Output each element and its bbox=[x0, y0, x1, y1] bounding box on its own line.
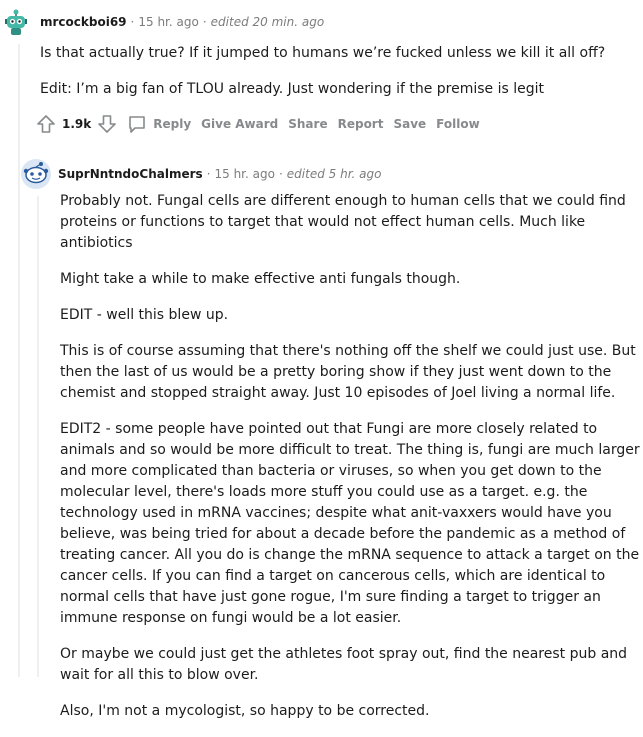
comment-time[interactable]: 15 hr. ago bbox=[214, 167, 274, 181]
give-award-button[interactable]: Give Award bbox=[201, 117, 278, 131]
share-button[interactable]: Share bbox=[288, 117, 327, 131]
thread-line-nested[interactable] bbox=[37, 196, 39, 677]
comment-body: Is that actually true? If it jumped to h… bbox=[40, 43, 635, 115]
downvote-arrow-icon[interactable] bbox=[97, 114, 117, 134]
comment-actions: 1.9k Reply Give Award Share Report Save … bbox=[36, 112, 480, 136]
comment-edited: edited 5 hr. ago bbox=[286, 167, 382, 181]
comment-author[interactable]: SuprNntndoChalmers bbox=[58, 167, 203, 181]
comment-paragraph: Probably not. Fungal cells are different… bbox=[60, 193, 626, 251]
comment-body: Probably not. Fungal cells are different… bbox=[60, 191, 640, 737]
comment-paragraph: Or maybe we could just get the athletes … bbox=[60, 646, 628, 683]
separator-dot: · bbox=[130, 15, 135, 29]
comment-paragraph: This is of course assuming that there's … bbox=[60, 343, 636, 401]
comment-paragraph: Might take a while to make effective ant… bbox=[60, 271, 461, 287]
comment-time[interactable]: 15 hr. ago bbox=[138, 15, 198, 29]
upvote-arrow-icon[interactable] bbox=[36, 114, 56, 134]
follow-button[interactable]: Follow bbox=[436, 117, 480, 131]
reply-button[interactable]: Reply bbox=[127, 114, 191, 134]
comment-edited: edited 20 min. ago bbox=[210, 15, 325, 29]
separator-dot: · bbox=[206, 167, 211, 181]
comment-header: SuprNntndoChalmers · 15 hr. ago · edited… bbox=[20, 159, 382, 189]
thread-line[interactable] bbox=[18, 44, 20, 677]
comment-author[interactable]: mrcockboi69 bbox=[40, 15, 127, 29]
comment-paragraph: Edit: I’m a big fan of TLOU already. Jus… bbox=[40, 81, 545, 97]
comment-paragraph: EDIT2 - some people have pointed out tha… bbox=[60, 421, 640, 626]
report-button[interactable]: Report bbox=[338, 117, 384, 131]
separator-dot: · bbox=[202, 15, 207, 29]
avatar-robot-icon[interactable] bbox=[0, 6, 32, 38]
vote-score: 1.9k bbox=[62, 117, 92, 131]
comment-bubble-icon bbox=[129, 116, 146, 133]
avatar-snoo-icon[interactable] bbox=[20, 158, 52, 190]
comment-paragraph: Is that actually true? If it jumped to h… bbox=[40, 45, 606, 61]
comment-header: mrcockboi69 · 15 hr. ago · edited 20 min… bbox=[0, 9, 325, 35]
comment-paragraph: Also, I'm not a mycologist, so happy to … bbox=[60, 703, 430, 719]
separator-dot: · bbox=[278, 167, 283, 181]
save-button[interactable]: Save bbox=[393, 117, 426, 131]
reply-label: Reply bbox=[153, 117, 192, 131]
comment-paragraph: EDIT - well this blew up. bbox=[60, 307, 229, 323]
